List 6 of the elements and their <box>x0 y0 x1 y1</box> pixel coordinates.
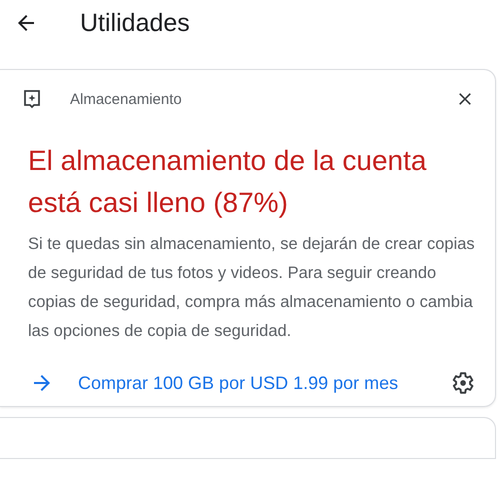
page-title: Utilidades <box>80 8 190 38</box>
card-headline: El almacenamiento de la cuenta está casi lleno (87%) <box>28 144 428 220</box>
card-category: Almacenamiento <box>70 90 183 108</box>
buy-storage-link[interactable]: Comprar 100 GB por USD 1.99 por mes <box>78 371 449 395</box>
card-description: Si te quedas sin almacenamiento, se dejarán de crear copias de seguridad de tus fotos y videos. Para seguir creando copias de seguridad, compra más almacenamiento o cambia las opciones de copia de seguridad. <box>28 234 475 342</box>
photo-plus-icon <box>22 89 42 109</box>
